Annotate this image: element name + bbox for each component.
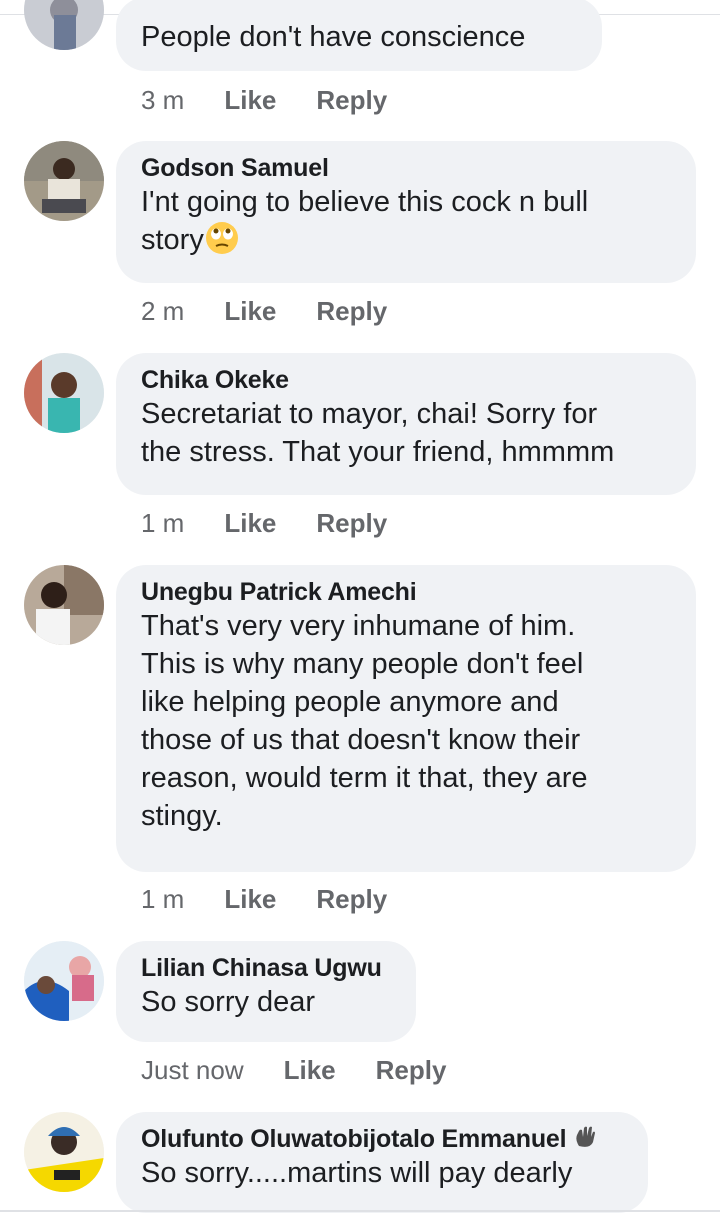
- comment-text: Secretariat to mayor, chai! Sorry for th…: [141, 398, 615, 468]
- waving-hand-icon: [572, 1124, 598, 1150]
- avatar[interactable]: [24, 1112, 104, 1192]
- comment-timestamp: Just now: [141, 1055, 244, 1085]
- avatar[interactable]: [24, 353, 104, 433]
- comment-text: People don't have conscience: [141, 21, 526, 53]
- comment-actions: Just now Like Reply: [141, 1055, 446, 1085]
- like-button[interactable]: Like: [224, 884, 276, 914]
- comment-text-wrap: I'nt going to believe this cock n bull s…: [141, 183, 670, 259]
- eye-roll-emoji: [205, 221, 239, 255]
- bottom-divider: [0, 1210, 720, 1212]
- comment-timestamp: 1 m: [141, 884, 185, 914]
- reply-button[interactable]: Reply: [376, 1055, 447, 1085]
- commenter-name[interactable]: Chika Okeke: [141, 365, 670, 395]
- commenter-name[interactable]: Olufunto Oluwatobijotalo Emmanuel: [141, 1125, 567, 1153]
- commenter-name-row: Olufunto Oluwatobijotalo Emmanuel: [141, 1124, 622, 1154]
- reply-button[interactable]: Reply: [316, 884, 387, 914]
- comment-timestamp: 2 m: [141, 296, 185, 326]
- avatar[interactable]: [24, 0, 104, 50]
- comment-text: So sorry dear: [141, 986, 316, 1018]
- avatar[interactable]: [24, 565, 104, 645]
- like-button[interactable]: Like: [224, 85, 276, 115]
- comment-text: So sorry.....martins will pay dearly: [141, 1157, 573, 1189]
- comment-bubble[interactable]: Unegbu Patrick Amechi That's very very i…: [116, 565, 696, 872]
- like-button[interactable]: Like: [284, 1055, 336, 1085]
- commenter-name[interactable]: Godson Samuel: [141, 153, 670, 183]
- reply-button[interactable]: Reply: [316, 85, 387, 115]
- comment-actions: 3 m Like Reply: [141, 85, 387, 115]
- comment-timestamp: 1 m: [141, 508, 185, 538]
- reply-button[interactable]: Reply: [316, 508, 387, 538]
- comment-actions: 1 m Like Reply: [141, 508, 387, 538]
- comment-bubble[interactable]: Godson Samuel I'nt going to believe this…: [116, 141, 696, 283]
- comment-actions: 1 m Like Reply: [141, 884, 387, 914]
- avatar[interactable]: [24, 141, 104, 221]
- comment-bubble[interactable]: Lilian Chinasa Ugwu So sorry dear: [116, 941, 416, 1042]
- comment-timestamp: 3 m: [141, 85, 185, 115]
- like-button[interactable]: Like: [224, 508, 276, 538]
- comment-bubble[interactable]: Olufunto Oluwatobijotalo Emmanuel So sor…: [116, 1112, 648, 1213]
- reply-button[interactable]: Reply: [316, 296, 387, 326]
- comment-bubble[interactable]: People don't have conscience: [116, 0, 602, 71]
- avatar[interactable]: [24, 941, 104, 1021]
- comment-bubble[interactable]: Chika Okeke Secretariat to mayor, chai! …: [116, 353, 696, 495]
- like-button[interactable]: Like: [224, 296, 276, 326]
- comment-text: That's very very inhumane of him. This i…: [141, 610, 588, 832]
- commenter-name[interactable]: Lilian Chinasa Ugwu: [141, 953, 390, 983]
- commenter-name[interactable]: Unegbu Patrick Amechi: [141, 577, 670, 607]
- comment-actions: 2 m Like Reply: [141, 296, 387, 326]
